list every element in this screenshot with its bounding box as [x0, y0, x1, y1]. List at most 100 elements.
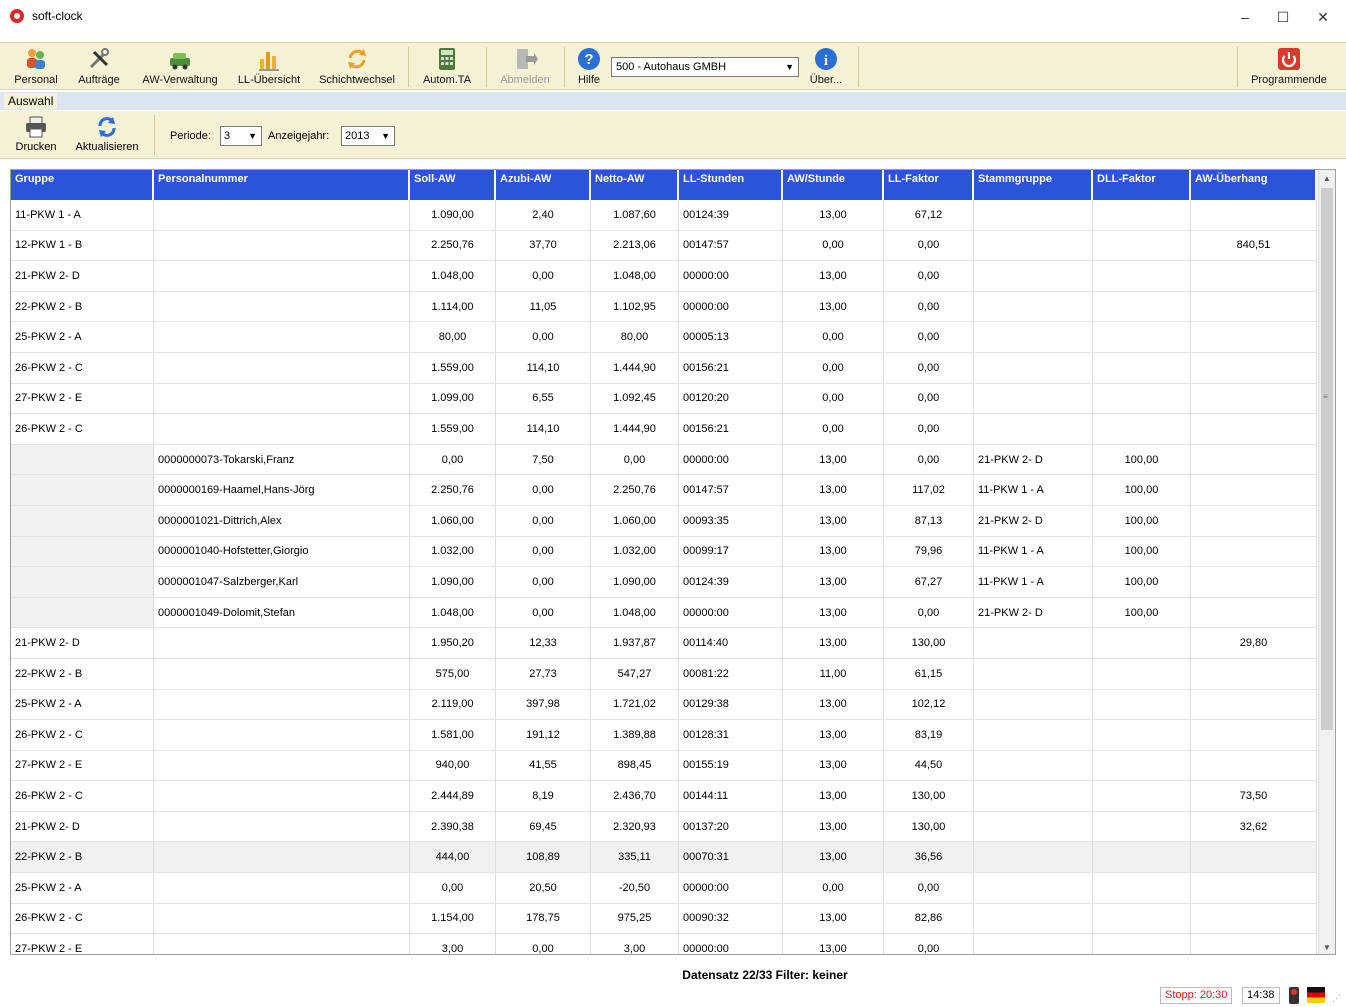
cell-stammgruppe[interactable] [974, 200, 1093, 230]
cell-ll-faktor[interactable]: 82,86 [884, 903, 974, 934]
cell-netto-aw[interactable]: 898,45 [591, 750, 679, 781]
cell-dll-faktor[interactable] [1093, 689, 1191, 720]
cell-stammgruppe[interactable] [974, 261, 1093, 291]
cell-personalnummer[interactable] [154, 200, 410, 230]
table-row[interactable]: 25-PKW 2 - A 0,00 20,50 -20,50 00000:00 0,00 0… [11, 873, 1317, 904]
table-row[interactable]: 21-PKW 2- D 2.390,38 69,45 2.320,93 00137:20… [11, 811, 1317, 843]
cell-stammgruppe[interactable] [974, 414, 1093, 444]
cell-ll-faktor[interactable]: 83,19 [884, 720, 974, 750]
cell-dll-faktor[interactable] [1093, 414, 1191, 444]
cell-dll-faktor[interactable]: 100,00 [1093, 475, 1191, 505]
column-header-ll-faktor[interactable]: LL-Faktor [884, 170, 974, 200]
cell-ll-stunden[interactable]: 00129:38 [679, 689, 783, 720]
cell-ll-stunden[interactable]: 00147:57 [679, 230, 783, 261]
cell-ll-stunden[interactable]: 00144:11 [679, 781, 783, 811]
cell-soll-aw[interactable]: 444,00 [410, 842, 496, 873]
cell-personalnummer[interactable]: 0000001021-Dittrich,Alex [154, 505, 410, 536]
table-row[interactable]: 22-PKW 2 - B 444,00 108,89 335,11 00070:31 13… [11, 842, 1317, 874]
table-row[interactable]: 27-PKW 2 - E 3,00 0,00 3,00 00000:00 13,00 0,0… [11, 934, 1317, 954]
cell-aw-stunde[interactable]: 13,00 [783, 811, 884, 842]
cell-personalnummer[interactable]: 0000001047-Salzberger,Karl [154, 567, 410, 597]
cell-aw-ueberhang[interactable] [1191, 261, 1317, 291]
cell-aw-stunde[interactable]: 13,00 [783, 628, 884, 658]
cell-stammgruppe[interactable] [974, 750, 1093, 781]
cell-aw-stunde[interactable]: 0,00 [783, 352, 884, 383]
cell-netto-aw[interactable]: 1.444,90 [591, 352, 679, 383]
cell-azubi-aw[interactable]: 6,55 [496, 383, 591, 414]
cell-aw-ueberhang[interactable] [1191, 505, 1317, 536]
cell-aw-stunde[interactable]: 13,00 [783, 903, 884, 934]
cell-aw-ueberhang[interactable]: 32,62 [1191, 811, 1317, 842]
cell-aw-ueberhang[interactable] [1191, 689, 1317, 720]
cell-ll-faktor[interactable]: 0,00 [884, 934, 974, 954]
table-row[interactable]: 0000001047-Salzberger,Karl 1.090,00 0,00 1.… [11, 567, 1317, 598]
cell-stammgruppe[interactable]: 11-PKW 1 - A [974, 536, 1093, 567]
cell-gruppe[interactable] [11, 444, 154, 475]
cell-personalnummer[interactable]: 0000000073-Tokarski,Franz [154, 444, 410, 475]
cell-dll-faktor[interactable] [1093, 842, 1191, 873]
cell-azubi-aw[interactable]: 108,89 [496, 842, 591, 873]
cell-aw-ueberhang[interactable] [1191, 444, 1317, 475]
cell-ll-stunden[interactable]: 00081:22 [679, 658, 783, 689]
cell-ll-faktor[interactable]: 0,00 [884, 261, 974, 291]
cell-dll-faktor[interactable] [1093, 811, 1191, 842]
cell-dll-faktor[interactable] [1093, 261, 1191, 291]
cell-soll-aw[interactable]: 1.048,00 [410, 597, 496, 628]
cell-aw-stunde[interactable]: 0,00 [783, 383, 884, 414]
cell-soll-aw[interactable]: 2.119,00 [410, 689, 496, 720]
cell-ll-stunden[interactable]: 00120:20 [679, 383, 783, 414]
cell-netto-aw[interactable]: 1.102,95 [591, 291, 679, 322]
table-row[interactable]: 26-PKW 2 - C 1.559,00 114,10 1.444,90 00156:… [11, 414, 1317, 445]
cell-netto-aw[interactable]: 2.250,76 [591, 475, 679, 505]
cell-netto-aw[interactable]: 1.444,90 [591, 414, 679, 444]
cell-aw-stunde[interactable]: 0,00 [783, 873, 884, 903]
cell-aw-ueberhang[interactable] [1191, 291, 1317, 322]
abmelden-button[interactable]: Abmelden [494, 46, 556, 90]
cell-personalnummer[interactable] [154, 720, 410, 750]
cell-netto-aw[interactable]: 2.436,70 [591, 781, 679, 811]
cell-personalnummer[interactable]: 0000000169-Haamel,Hans-Jörg [154, 475, 410, 505]
cell-ll-stunden[interactable]: 00099:17 [679, 536, 783, 567]
cell-gruppe[interactable]: 26-PKW 2 - C [11, 414, 154, 444]
cell-ll-stunden[interactable]: 00090:32 [679, 903, 783, 934]
cell-gruppe[interactable]: 12-PKW 1 - B [11, 230, 154, 261]
table-row[interactable]: 12-PKW 1 - B 2.250,76 37,70 2.213,06 00147:5… [11, 230, 1317, 262]
cell-soll-aw[interactable]: 1.114,00 [410, 291, 496, 322]
cell-netto-aw[interactable]: 3,00 [591, 934, 679, 954]
cell-personalnummer[interactable] [154, 842, 410, 873]
cell-aw-stunde[interactable]: 13,00 [783, 720, 884, 750]
cell-soll-aw[interactable]: 2.250,76 [410, 230, 496, 261]
drucken-button[interactable]: Drucken [8, 115, 64, 153]
cell-stammgruppe[interactable]: 21-PKW 2- D [974, 444, 1093, 475]
cell-stammgruppe[interactable] [974, 352, 1093, 383]
cell-netto-aw[interactable]: 975,25 [591, 903, 679, 934]
cell-azubi-aw[interactable]: 69,45 [496, 811, 591, 842]
cell-ll-faktor[interactable]: 0,00 [884, 414, 974, 444]
cell-personalnummer[interactable] [154, 689, 410, 720]
cell-netto-aw[interactable]: -20,50 [591, 873, 679, 903]
ueber-button[interactable]: i Über... [804, 46, 848, 90]
cell-ll-faktor[interactable]: 0,00 [884, 352, 974, 383]
table-row[interactable]: 0000001049-Dolomit,Stefan 1.048,00 0,00 1.0… [11, 597, 1317, 629]
cell-soll-aw[interactable]: 575,00 [410, 658, 496, 689]
cell-azubi-aw[interactable]: 0,00 [496, 505, 591, 536]
cell-aw-ueberhang[interactable] [1191, 597, 1317, 628]
cell-personalnummer[interactable] [154, 873, 410, 903]
column-header-stammgruppe[interactable]: Stammgruppe [974, 170, 1093, 200]
cell-stammgruppe[interactable] [974, 811, 1093, 842]
cell-azubi-aw[interactable]: 20,50 [496, 873, 591, 903]
cell-soll-aw[interactable]: 1.559,00 [410, 414, 496, 444]
cell-dll-faktor[interactable] [1093, 903, 1191, 934]
cell-aw-stunde[interactable]: 13,00 [783, 475, 884, 505]
cell-gruppe[interactable]: 11-PKW 1 - A [11, 200, 154, 230]
cell-aw-stunde[interactable]: 0,00 [783, 230, 884, 261]
cell-stammgruppe[interactable] [974, 781, 1093, 811]
cell-dll-faktor[interactable]: 100,00 [1093, 597, 1191, 628]
cell-azubi-aw[interactable]: 0,00 [496, 536, 591, 567]
cell-soll-aw[interactable]: 940,00 [410, 750, 496, 781]
cell-ll-stunden[interactable]: 00156:21 [679, 352, 783, 383]
cell-dll-faktor[interactable] [1093, 352, 1191, 383]
table-row[interactable]: 0000000073-Tokarski,Franz 0,00 7,50 0,00 000… [11, 444, 1317, 476]
maximize-button[interactable]: ☐ [1268, 6, 1298, 28]
cell-dll-faktor[interactable] [1093, 322, 1191, 352]
